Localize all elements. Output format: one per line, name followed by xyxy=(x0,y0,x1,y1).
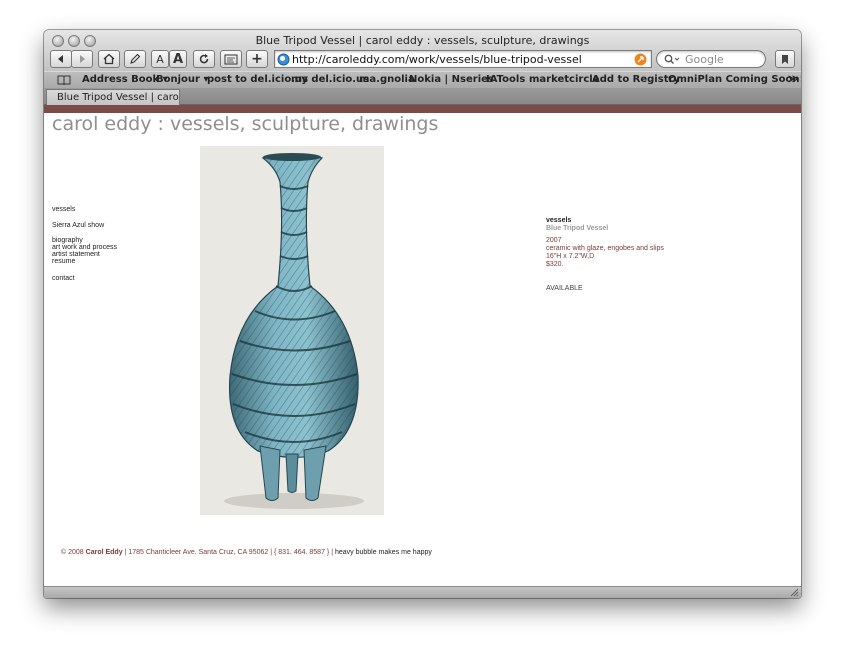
header-band xyxy=(44,105,801,113)
pencil-icon xyxy=(130,53,141,64)
artwork-title: Blue Tripod Vessel xyxy=(546,225,609,232)
footer-address: | 1785 Chanticleer Ave. Santa Cruz, CA 9… xyxy=(124,549,334,556)
nav-biography[interactable]: biography xyxy=(52,237,83,244)
footer-tagline: heavy bubble makes me happy xyxy=(334,549,432,556)
bookmark-add-to-registry[interactable]: Add to Registry xyxy=(592,74,680,85)
page-footer: © 2008 Carol Eddy | 1785 Chanticleer Ave… xyxy=(61,549,432,556)
add-bookmark-button[interactable]: + xyxy=(246,50,268,68)
reload-icon xyxy=(199,54,209,64)
bookmarks-overflow-button[interactable]: ≫ xyxy=(788,74,798,85)
bookmark-icon xyxy=(782,54,788,64)
artwork-category: vessels xyxy=(546,217,572,224)
bookmark-marketcircle[interactable]: marketcircle xyxy=(529,74,599,85)
bookmark-address-book[interactable]: Address Book ▾ xyxy=(82,74,168,85)
bookmark-nokia[interactable]: Nokia | Nseries xyxy=(409,74,494,85)
rss-icon[interactable] xyxy=(634,53,647,66)
footer-copyright: © 2008 xyxy=(61,549,84,556)
search-icon xyxy=(664,54,680,65)
search-placeholder: Google xyxy=(685,53,724,66)
site-globe-icon xyxy=(277,53,290,66)
vessel-illustration xyxy=(200,146,384,515)
home-button[interactable] xyxy=(98,50,120,68)
bookmark-iatools[interactable]: IATools xyxy=(486,74,525,85)
open-book-icon[interactable] xyxy=(57,75,71,85)
artwork-medium: ceramic with glaze, engobes and slips xyxy=(546,245,664,252)
footer-owner: Carol Eddy xyxy=(85,549,123,556)
snapback-button[interactable] xyxy=(220,50,242,68)
nav-sierra-azul-show[interactable]: Sierra Azul show xyxy=(52,222,104,229)
artwork-availability: AVAILABLE xyxy=(546,285,583,292)
bookmark-omniplan[interactable]: OmniPlan Coming Soon! xyxy=(668,74,801,85)
site-title[interactable]: carol eddy : vessels, sculpture, drawing… xyxy=(52,113,438,135)
text-smaller-button[interactable]: A xyxy=(151,50,169,68)
window-title: Blue Tripod Vessel | carol eddy : vessel… xyxy=(255,34,590,47)
forward-arrow-icon xyxy=(80,55,85,63)
address-bar[interactable]: http://caroleddy.com/work/vessels/blue-t… xyxy=(274,50,652,68)
nav-artist-statement[interactable]: artist statement xyxy=(52,251,100,258)
bookmark-magnolia[interactable]: ma.gnolia xyxy=(359,74,415,85)
bookmark-menu-button[interactable] xyxy=(775,50,795,68)
artwork-dimensions: 16"H x 7.2"W,D xyxy=(546,253,595,260)
back-arrow-icon xyxy=(58,55,63,63)
page-content: carol eddy : vessels, sculpture, drawing… xyxy=(44,113,801,598)
text-bigger-button[interactable]: A xyxy=(169,50,187,68)
bookmark-my-delicious[interactable]: my del.icio.us xyxy=(291,74,369,85)
status-bar xyxy=(44,586,801,598)
snapback-icon xyxy=(224,54,238,64)
desktop: Blue Tripod Vessel | carol eddy : vessel… xyxy=(0,0,844,654)
nav-vessels[interactable]: vessels xyxy=(52,206,75,213)
nav-contact[interactable]: contact xyxy=(52,275,75,282)
back-button[interactable] xyxy=(50,50,72,68)
tab-blue-tripod-vessel[interactable]: Blue Tripod Vessel | carol ... xyxy=(46,89,180,105)
home-icon xyxy=(103,53,115,65)
artwork-image xyxy=(200,146,384,515)
search-input[interactable]: Google xyxy=(656,50,766,68)
artwork-price: $320. xyxy=(546,261,564,268)
bookmarks-bar: Address Book ▾ Bonjour ▾ post to del.ici… xyxy=(44,71,801,88)
tab-bar: Blue Tripod Vessel | carol ... xyxy=(44,88,801,105)
url-text: http://caroleddy.com/work/vessels/blue-t… xyxy=(292,53,582,66)
nav-art-work-and-process[interactable]: art work and process xyxy=(52,244,117,251)
forward-button[interactable] xyxy=(71,50,93,68)
bookmark-bonjour[interactable]: Bonjour ▾ xyxy=(156,74,208,85)
reload-button[interactable] xyxy=(193,50,215,68)
resize-grip-icon[interactable] xyxy=(789,587,799,597)
edit-button[interactable] xyxy=(124,50,146,68)
browser-window: Blue Tripod Vessel | carol eddy : vessel… xyxy=(44,30,801,598)
artwork-year: 2007 xyxy=(546,237,562,244)
nav-resume[interactable]: resume xyxy=(52,258,75,265)
